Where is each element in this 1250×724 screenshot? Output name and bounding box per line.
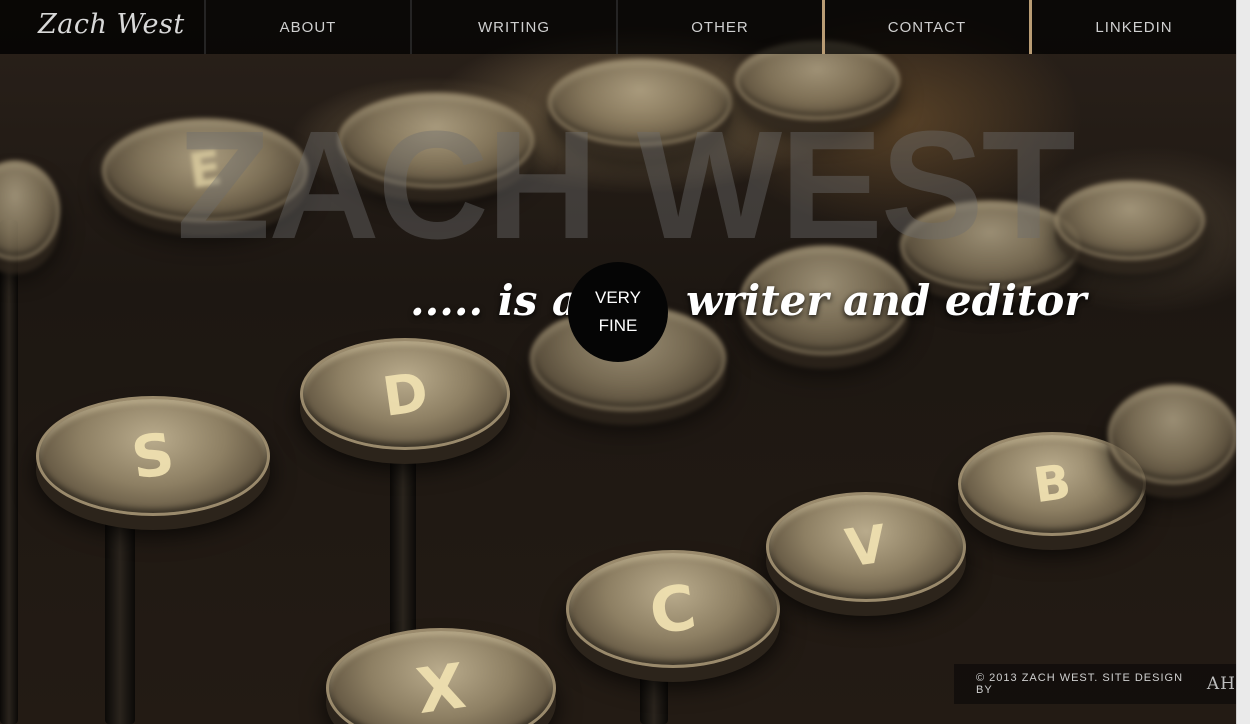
hero-title: ZACH WEST: [176, 99, 1075, 271]
typewriter-key-c: C: [566, 550, 780, 668]
badge-line-2: FINE: [598, 316, 638, 335]
footer-credit: © 2013 ZACH WEST. SITE DESIGN BY AH: [954, 664, 1236, 704]
tagline-suffix: writer and editor: [686, 276, 1087, 325]
typewriter-key-v: V: [766, 492, 966, 602]
site-logo[interactable]: Zach West: [0, 0, 204, 54]
nav-writing[interactable]: WRITING: [410, 0, 616, 54]
badge-line-1: VERY: [595, 288, 641, 307]
designer-logo-icon[interactable]: AH: [1207, 674, 1236, 694]
top-navigation: Zach West ABOUT WRITING OTHER CONTACT LI…: [0, 0, 1236, 54]
page-scrollbar[interactable]: [1236, 0, 1250, 724]
nav-other[interactable]: OTHER: [616, 0, 822, 54]
nav-contact[interactable]: CONTACT: [822, 0, 1029, 54]
key-stem: [390, 440, 416, 640]
typewriter-key: [0, 160, 60, 260]
hero-tagline: ..... is a VERY FINE writer and editor: [0, 262, 1236, 362]
nav-about[interactable]: ABOUT: [204, 0, 410, 54]
tagline-prefix: ..... is a: [410, 276, 580, 325]
nav-linkedin[interactable]: LINKEDIN: [1029, 0, 1236, 54]
typewriter-key-s: S: [36, 396, 270, 516]
typewriter-key-x: X: [326, 628, 556, 724]
very-fine-badge: VERY FINE: [568, 262, 668, 362]
key-stem: [105, 480, 135, 724]
footer-credit-text: © 2013 ZACH WEST. SITE DESIGN BY: [976, 672, 1184, 696]
typewriter-key: [1108, 384, 1238, 484]
